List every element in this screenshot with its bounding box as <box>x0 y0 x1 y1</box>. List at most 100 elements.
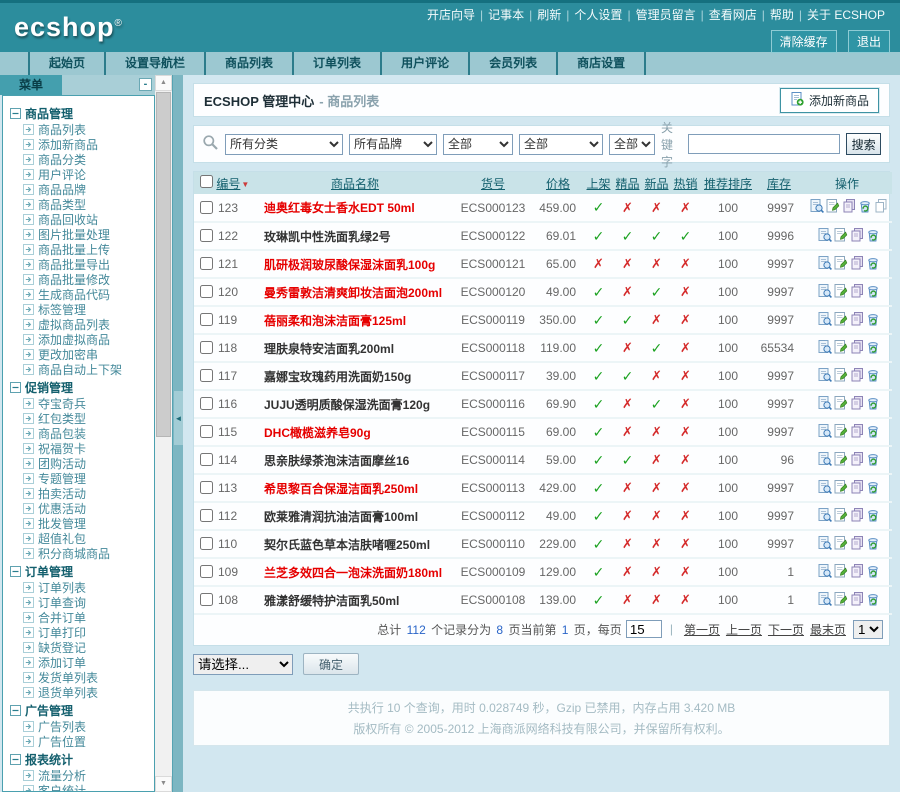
scroll-up-icon[interactable]: ▲ <box>155 75 172 91</box>
row-checkbox[interactable] <box>200 369 213 382</box>
menu-item[interactable]: 订单列表 <box>10 580 152 595</box>
cross-icon[interactable]: ✗ <box>622 564 633 579</box>
stock-filter[interactable]: 全部 <box>609 134 655 155</box>
menu-item[interactable]: 用户评论 <box>10 167 152 182</box>
menu-item[interactable]: 退货单列表 <box>10 685 152 700</box>
view-icon[interactable] <box>818 536 832 553</box>
edit-icon[interactable] <box>834 340 848 357</box>
menu-item[interactable]: 拍卖活动 <box>10 486 152 501</box>
recycle-icon[interactable] <box>866 564 880 581</box>
check-icon[interactable]: ✓ <box>651 340 663 356</box>
menu-item[interactable]: 客户统计 <box>10 783 152 792</box>
top-link-6[interactable]: 查看网店 <box>709 8 757 22</box>
edit-icon[interactable] <box>834 368 848 385</box>
cross-icon[interactable]: ✗ <box>651 424 662 439</box>
menu-item[interactable]: 团购活动 <box>10 456 152 471</box>
copy-icon[interactable] <box>850 424 864 441</box>
add-product-button[interactable]: 添加新商品 <box>780 88 879 113</box>
check-icon[interactable]: ✓ <box>593 368 605 384</box>
keyword-input[interactable] <box>688 134 840 154</box>
row-checkbox[interactable] <box>200 537 213 550</box>
menu-item[interactable]: 广告列表 <box>10 719 152 734</box>
cross-icon[interactable]: ✗ <box>651 536 662 551</box>
menu-item[interactable]: 商品回收站 <box>10 212 152 227</box>
recycle-icon[interactable] <box>866 368 880 385</box>
cross-icon[interactable]: ✗ <box>680 284 691 299</box>
cross-icon[interactable]: ✗ <box>680 200 691 215</box>
copy-icon[interactable] <box>850 228 864 245</box>
row-checkbox[interactable] <box>200 285 213 298</box>
sort-link[interactable]: 编号 <box>216 177 240 191</box>
edit-icon[interactable] <box>834 256 848 273</box>
cross-icon[interactable]: ✗ <box>622 396 633 411</box>
view-icon[interactable] <box>818 228 832 245</box>
menu-item[interactable]: 添加虚拟商品 <box>10 332 152 347</box>
menu-item[interactable]: 超值礼包 <box>10 531 152 546</box>
tab-5[interactable]: 用户评论 <box>382 52 470 75</box>
check-icon[interactable]: ✓ <box>593 312 605 328</box>
cross-icon[interactable]: ✗ <box>680 480 691 495</box>
tab-7[interactable]: 商店设置 <box>558 52 646 75</box>
product-name-link[interactable]: 迪奥红毒女士香水EDT 50ml <box>264 201 415 215</box>
edit-icon[interactable] <box>834 480 848 497</box>
cross-icon[interactable]: ✗ <box>622 340 633 355</box>
search-button[interactable]: 搜索 <box>846 133 881 155</box>
scrollbar-thumb[interactable] <box>156 92 171 437</box>
product-name-link[interactable]: 肌研极润玻尿酸保湿沫面乳100g <box>264 258 435 272</box>
cross-icon[interactable]: ✗ <box>680 368 691 383</box>
menu-tab[interactable]: 菜单 <box>0 75 62 95</box>
clear-cache-button[interactable]: 清除缓存 <box>771 30 837 53</box>
cross-icon[interactable]: ✗ <box>651 256 662 271</box>
edit-icon[interactable] <box>834 424 848 441</box>
view-icon[interactable] <box>818 508 832 525</box>
product-name-link[interactable]: 理肤泉特安洁面乳200ml <box>264 342 394 356</box>
menu-item[interactable]: 商品批量上传 <box>10 242 152 257</box>
extension-filter[interactable]: 全部 <box>443 134 513 155</box>
menu-item[interactable]: 商品分类 <box>10 152 152 167</box>
menu-item[interactable]: 发货单列表 <box>10 670 152 685</box>
cross-icon[interactable]: ✗ <box>651 452 662 467</box>
sort-link[interactable]: 上架 <box>586 177 610 191</box>
copy-icon[interactable] <box>850 564 864 581</box>
copy-icon[interactable] <box>850 592 864 609</box>
menu-section-1[interactable]: 商品管理 <box>10 105 152 121</box>
recycle-icon[interactable] <box>866 228 880 245</box>
tab-1[interactable]: 起始页 <box>30 52 106 75</box>
menu-item[interactable]: 商品包装 <box>10 426 152 441</box>
edit-icon[interactable] <box>834 508 848 525</box>
category-filter[interactable]: 所有分类 <box>225 134 343 155</box>
check-icon[interactable]: ✓ <box>593 396 605 412</box>
product-name-link[interactable]: DHC橄榄滋养皂90g <box>264 426 371 440</box>
check-icon[interactable]: ✓ <box>593 424 605 440</box>
copy-icon[interactable] <box>850 508 864 525</box>
menu-item[interactable]: 流量分析 <box>10 768 152 783</box>
top-link-4[interactable]: 个人设置 <box>574 8 622 22</box>
cross-icon[interactable]: ✗ <box>680 340 691 355</box>
check-icon[interactable]: ✓ <box>593 284 605 300</box>
view-icon[interactable] <box>818 564 832 581</box>
cross-icon[interactable]: ✗ <box>651 592 662 607</box>
menu-item[interactable]: 红包类型 <box>10 411 152 426</box>
menu-item[interactable]: 图片批量处理 <box>10 227 152 242</box>
cross-icon[interactable]: ✗ <box>593 256 604 271</box>
top-link-7[interactable]: 帮助 <box>770 8 794 22</box>
check-icon[interactable]: ✓ <box>593 592 605 608</box>
cross-icon[interactable]: ✗ <box>622 256 633 271</box>
check-icon[interactable]: ✓ <box>622 368 634 384</box>
view-icon[interactable] <box>818 312 832 329</box>
copy-icon[interactable] <box>850 340 864 357</box>
sort-link[interactable]: 价格 <box>546 177 570 191</box>
sort-link[interactable]: 库存 <box>767 177 791 191</box>
copy-icon[interactable] <box>842 199 856 216</box>
top-link-8[interactable]: 关于 ECSHOP <box>807 8 885 22</box>
view-icon[interactable] <box>818 368 832 385</box>
cross-icon[interactable]: ✗ <box>622 592 633 607</box>
top-link-5[interactable]: 管理员留言 <box>636 8 696 22</box>
row-checkbox[interactable] <box>200 481 213 494</box>
menu-item[interactable]: 商品自动上下架 <box>10 362 152 377</box>
copy-icon[interactable] <box>850 480 864 497</box>
menu-item[interactable]: 生成商品代码 <box>10 287 152 302</box>
check-icon[interactable]: ✓ <box>593 199 605 215</box>
menu-item[interactable]: 添加新商品 <box>10 137 152 152</box>
edit-icon[interactable] <box>834 284 848 301</box>
